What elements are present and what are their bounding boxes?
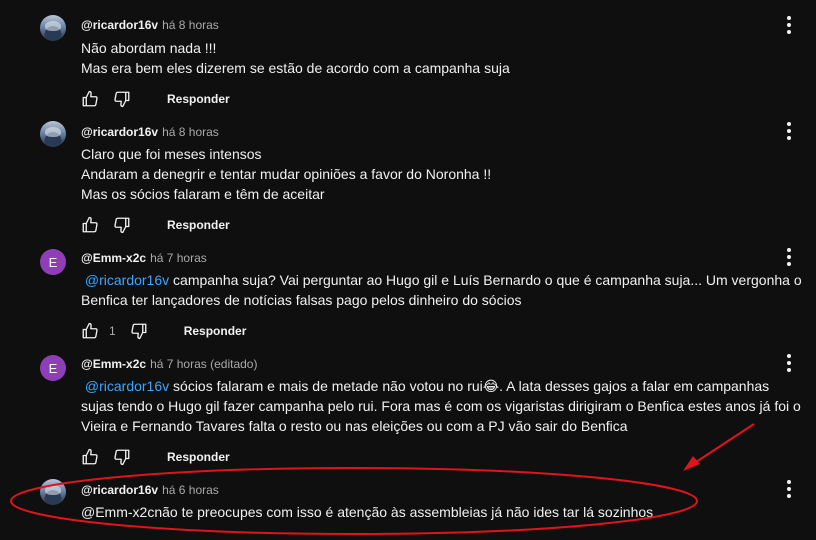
thumb-up-icon[interactable] bbox=[81, 322, 99, 340]
annotation-arrowhead bbox=[683, 456, 700, 471]
comment-line: sujas tendo o Hugo gil fazer campanha pe… bbox=[81, 398, 801, 414]
timestamp[interactable]: há 8 horas bbox=[162, 18, 219, 32]
comment-line: Mas os sócios falaram e têm de aceitar bbox=[81, 186, 325, 202]
thumb-up-icon[interactable] bbox=[81, 448, 99, 466]
more-vert-icon[interactable] bbox=[786, 122, 792, 140]
author-name[interactable]: @Emm-x2c bbox=[81, 251, 146, 265]
more-vert-icon[interactable] bbox=[786, 16, 792, 34]
mention-link[interactable]: @ricardor16v bbox=[85, 378, 169, 394]
author-name[interactable]: @ricardor16v bbox=[81, 483, 158, 497]
comment-line-rest: sócios falaram e mais de metade não voto… bbox=[169, 378, 770, 394]
comment-text: @ricardor16v sócios falaram e mais de me… bbox=[81, 376, 806, 436]
comment-text: Claro que foi meses intensos Andaram a d… bbox=[81, 144, 806, 204]
thumb-down-icon[interactable] bbox=[113, 90, 131, 108]
author-name[interactable]: @ricardor16v bbox=[81, 18, 158, 32]
comment-actions: Responder bbox=[81, 89, 230, 109]
timestamp[interactable]: há 8 horas bbox=[162, 125, 219, 139]
avatar[interactable] bbox=[40, 15, 66, 41]
comment-header: @Emm-x2c há 7 horas (editado) bbox=[81, 357, 257, 371]
comment-text: Não abordam nada !!! Mas era bem eles di… bbox=[81, 38, 806, 78]
comment-line-rest: campanha suja? Vai perguntar ao Hugo gil… bbox=[169, 272, 802, 288]
comment-line: @Emm-x2cnão te preocupes com isso é aten… bbox=[81, 504, 654, 520]
avatar[interactable] bbox=[40, 479, 66, 505]
timestamp[interactable]: há 7 horas (editado) bbox=[150, 357, 257, 371]
comment-line: @ricardor16v sócios falaram e mais de me… bbox=[81, 376, 806, 396]
comment-header: @ricardor16v há 8 horas bbox=[81, 125, 219, 139]
comment-line: Vieira e Fernando Tavares falta o resto … bbox=[81, 418, 628, 434]
avatar[interactable] bbox=[40, 121, 66, 147]
highlight-ellipse bbox=[10, 467, 698, 535]
thumb-down-icon[interactable] bbox=[130, 322, 148, 340]
reply-button[interactable]: Responder bbox=[167, 218, 230, 232]
comment-line: Não abordam nada !!! bbox=[81, 40, 217, 56]
comment-line: Claro que foi meses intensos bbox=[81, 146, 262, 162]
more-vert-icon[interactable] bbox=[786, 248, 792, 266]
thumb-down-icon[interactable] bbox=[113, 216, 131, 234]
comment-actions: Responder bbox=[81, 215, 230, 235]
more-vert-icon[interactable] bbox=[786, 480, 792, 498]
thumb-up-icon[interactable] bbox=[81, 216, 99, 234]
reply-button[interactable]: Responder bbox=[167, 92, 230, 106]
like-count: 1 bbox=[109, 324, 116, 338]
comment-line: @ricardor16v campanha suja? Vai pergunta… bbox=[81, 270, 806, 290]
timestamp[interactable]: há 6 horas bbox=[162, 483, 219, 497]
thumb-down-icon[interactable] bbox=[113, 448, 131, 466]
comment-actions: Responder bbox=[81, 447, 230, 467]
comment-line: Andaram a denegrir e tentar mudar opiniõ… bbox=[81, 166, 492, 182]
thumb-up-icon[interactable] bbox=[81, 90, 99, 108]
reply-button[interactable]: Responder bbox=[167, 450, 230, 464]
comment-header: @Emm-x2c há 7 horas bbox=[81, 251, 207, 265]
comment-line: Benfica ter lançadores de notícias falsa… bbox=[81, 292, 522, 308]
mention-link[interactable]: @ricardor16v bbox=[85, 272, 169, 288]
timestamp[interactable]: há 7 horas bbox=[150, 251, 207, 265]
author-name[interactable]: @ricardor16v bbox=[81, 125, 158, 139]
author-name[interactable]: @Emm-x2c bbox=[81, 357, 146, 371]
comment-header: @ricardor16v há 6 horas bbox=[81, 483, 219, 497]
comment-header: @ricardor16v há 8 horas bbox=[81, 18, 219, 32]
comment-text: @ricardor16v campanha suja? Vai pergunta… bbox=[81, 270, 806, 310]
avatar[interactable]: E bbox=[40, 249, 66, 275]
reply-button[interactable]: Responder bbox=[184, 324, 247, 338]
comment-actions: 1 Responder bbox=[81, 321, 246, 341]
more-vert-icon[interactable] bbox=[786, 354, 792, 372]
comment-text: @Emm-x2cnão te preocupes com isso é aten… bbox=[81, 502, 806, 522]
comment-line: Mas era bem eles dizerem se estão de aco… bbox=[81, 60, 510, 76]
avatar[interactable]: E bbox=[40, 355, 66, 381]
